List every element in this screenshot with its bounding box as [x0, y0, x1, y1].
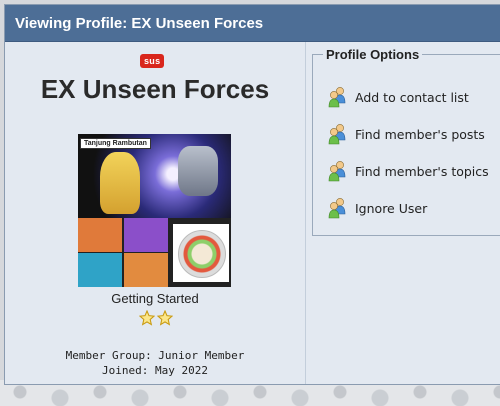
profile-options-column: Profile Options Add to contact list Find… [306, 42, 500, 384]
star-icon [157, 310, 173, 326]
find-posts-option[interactable]: Find member's posts [327, 122, 485, 146]
star-icon [139, 310, 155, 326]
option-label: Find member's posts [355, 126, 485, 142]
people-icon [328, 198, 346, 219]
joined-date: Joined: May 2022 [102, 364, 208, 377]
panel-title: Viewing Profile: EX Unseen Forces [5, 5, 500, 42]
username: EX Unseen Forces [40, 74, 270, 104]
option-label: Ignore User [355, 200, 428, 216]
status-badge: sus [140, 54, 165, 68]
add-contact-option[interactable]: Add to contact list [327, 85, 469, 109]
people-icon [328, 124, 346, 145]
avatar-figure-right [178, 146, 218, 196]
avatar-tile [78, 253, 122, 287]
profile-options-legend: Profile Options [323, 47, 423, 62]
avatar-plate [173, 224, 229, 282]
avatar: Tanjung Rambutan [78, 134, 231, 287]
ignore-user-option[interactable]: Ignore User [327, 196, 427, 220]
find-topics-option[interactable]: Find member's topics [327, 159, 489, 183]
member-group: Member Group: Junior Member [65, 349, 245, 362]
profile-options: Profile Options Add to contact list Find… [312, 47, 500, 236]
avatar-caption: Tanjung Rambutan [80, 138, 151, 149]
people-icon [328, 87, 346, 108]
profile-summary: sus EX Unseen Forces Tanjung Rambutan Ge… [5, 42, 306, 384]
avatar-tile [78, 218, 122, 252]
profile-panel: Viewing Profile: EX Unseen Forces sus EX… [4, 4, 500, 385]
option-label: Add to contact list [355, 89, 469, 105]
avatar-tile [124, 218, 168, 252]
people-icon [328, 161, 346, 182]
avatar-figure-left [100, 152, 140, 214]
rank-stars [139, 310, 173, 326]
rank-title: Getting Started [111, 291, 199, 306]
option-label: Find member's topics [355, 163, 489, 179]
avatar-tile [124, 253, 168, 287]
